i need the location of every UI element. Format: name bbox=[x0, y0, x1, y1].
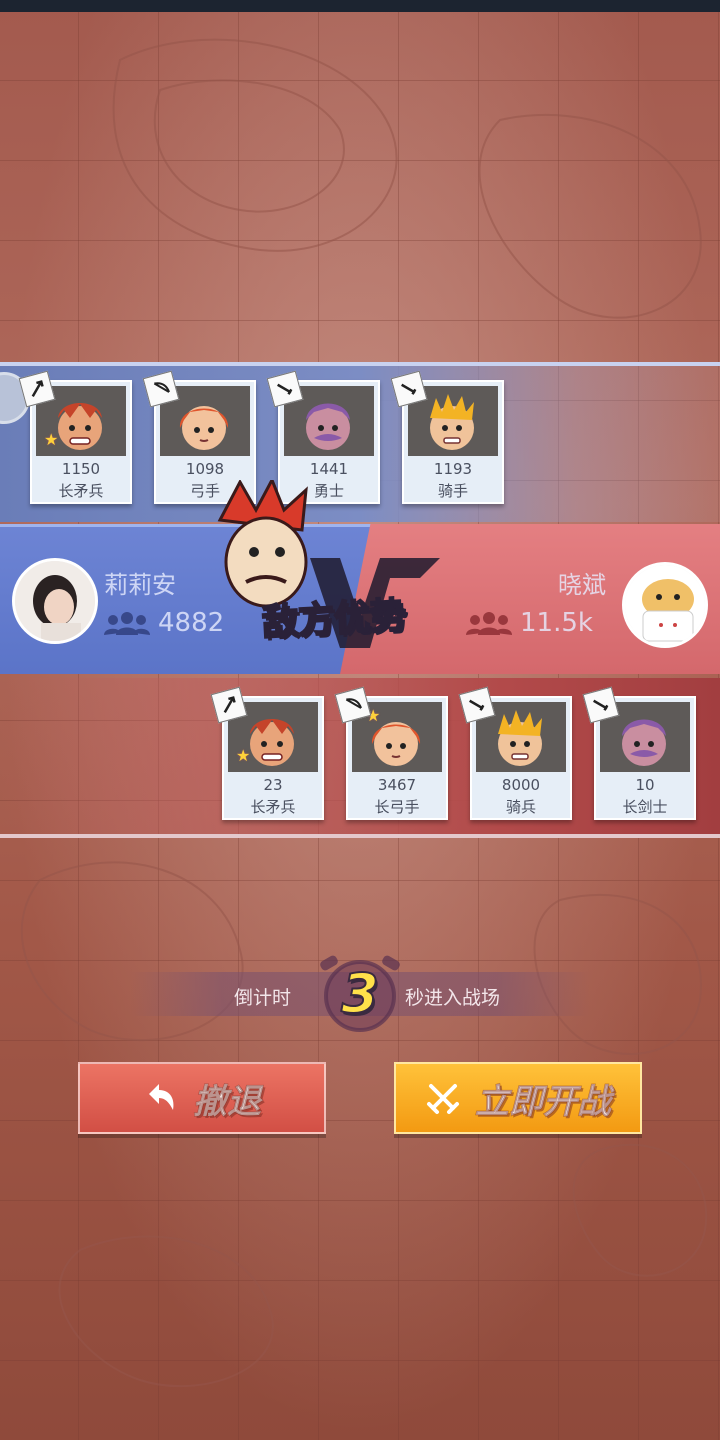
archer-face-icon bbox=[179, 406, 229, 450]
unit-name: 长矛兵 bbox=[58, 482, 104, 500]
star-icon: ★ bbox=[236, 746, 251, 765]
retreat-label: 撤退 bbox=[193, 1081, 262, 1122]
unit-card[interactable]: ★ 3467 长弓手 bbox=[334, 686, 448, 820]
unit-card[interactable]: 1193 骑手 bbox=[390, 370, 504, 504]
star-icon: ★ bbox=[44, 430, 59, 449]
team-members-icon bbox=[466, 612, 512, 635]
spearman-face-icon bbox=[250, 719, 294, 766]
unit-name: 长剑士 bbox=[622, 798, 668, 816]
team-members-icon bbox=[104, 612, 150, 635]
spearman-face-icon bbox=[58, 403, 102, 450]
unit-count: 1098 bbox=[185, 460, 225, 478]
enemy-player-name: 晓斌 bbox=[558, 571, 606, 599]
enemy-avatar[interactable] bbox=[622, 562, 708, 648]
unit-card[interactable]: ★ 1150 长矛兵 bbox=[18, 370, 132, 504]
unit-name: 长矛兵 bbox=[250, 798, 296, 816]
enemy-power-value: 11.5k bbox=[520, 608, 593, 638]
retreat-button[interactable]: 撤退 bbox=[78, 1062, 326, 1134]
unit-count: 8000 bbox=[501, 776, 541, 794]
start-battle-button[interactable]: 立即开战 bbox=[394, 1062, 642, 1134]
unit-name: 长弓手 bbox=[374, 798, 420, 816]
ally-power: 4882 bbox=[104, 608, 224, 638]
unit-count: 1441 bbox=[309, 460, 349, 478]
countdown-prefix: 倒计时 bbox=[234, 987, 292, 1009]
rider-face-icon bbox=[430, 394, 474, 450]
ally-avatar[interactable] bbox=[12, 558, 98, 644]
unit-count: 23 bbox=[263, 776, 283, 794]
unit-card[interactable]: ★ 23 长矛兵 bbox=[210, 686, 324, 820]
unit-name: 骑兵 bbox=[505, 798, 536, 816]
crossed-swords-icon bbox=[427, 1084, 459, 1114]
enemy-power: 11.5k bbox=[466, 608, 593, 638]
unit-count: 1150 bbox=[61, 460, 101, 478]
countdown-seconds: 3 bbox=[340, 961, 380, 1026]
start-battle-label: 立即开战 bbox=[475, 1081, 612, 1122]
unit-count: 3467 bbox=[377, 776, 417, 794]
swordsman-face-icon bbox=[622, 719, 666, 766]
unit-card[interactable]: 8000 骑兵 bbox=[458, 686, 572, 820]
countdown-suffix: 秒进入战场 bbox=[405, 987, 501, 1009]
unit-name: 骑手 bbox=[437, 482, 468, 500]
unit-count: 1193 bbox=[433, 460, 473, 478]
battle-status-label: 敌方优势 bbox=[260, 594, 408, 644]
rider-face-icon bbox=[498, 710, 542, 766]
status-bar bbox=[0, 0, 720, 12]
back-arrow-icon bbox=[149, 1084, 174, 1110]
warrior-face-icon bbox=[306, 403, 350, 450]
ally-player-name: 莉莉安 bbox=[104, 571, 176, 599]
unit-card[interactable]: 10 长剑士 bbox=[582, 686, 696, 820]
unit-count: 10 bbox=[635, 776, 655, 794]
